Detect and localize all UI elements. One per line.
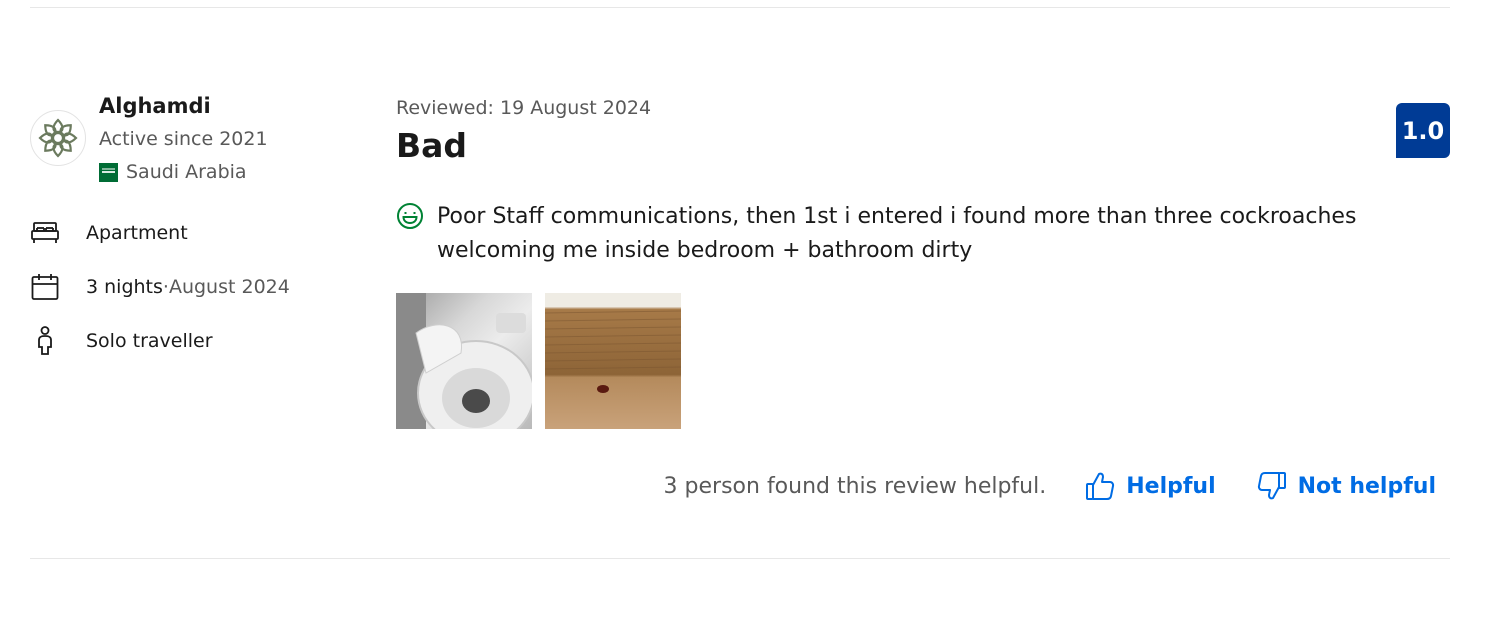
- traveller-type-label: Solo traveller: [86, 330, 213, 352]
- review-photo-cockroach[interactable]: [545, 293, 681, 429]
- reviewer-country: Saudi Arabia: [99, 161, 247, 183]
- smiley-icon: [396, 202, 424, 230]
- top-divider: [30, 7, 1450, 8]
- saudi-arabia-flag-icon: [99, 162, 118, 182]
- stay-duration-row: 3 nights · August 2024: [30, 272, 290, 302]
- not-helpful-label: Not helpful: [1297, 473, 1436, 499]
- person-icon: [30, 326, 60, 356]
- nights-label: 3 nights: [86, 276, 163, 298]
- toilet-photo-illustration: [396, 293, 532, 429]
- traveller-type-row: Solo traveller: [30, 326, 213, 356]
- calendar-icon: [30, 272, 60, 302]
- reviewer-avatar: [30, 110, 86, 166]
- review-photo-toilet[interactable]: [396, 293, 532, 429]
- helpful-count-text: 3 person found this review helpful.: [663, 473, 1047, 499]
- thumbs-down-icon: [1256, 470, 1288, 502]
- room-type-row: Apartment: [30, 218, 188, 248]
- review-score-badge: 1.0: [1396, 103, 1450, 158]
- helpful-label: Helpful: [1126, 473, 1216, 499]
- country-label: Saudi Arabia: [126, 161, 247, 183]
- cockroach-photo-illustration: [545, 293, 681, 393]
- bottom-divider: [30, 558, 1450, 559]
- review-feedback-row: 3 person found this review helpful. Help…: [664, 470, 1436, 502]
- helpful-button[interactable]: Helpful: [1084, 470, 1216, 502]
- review-positive-text: Poor Staff communications, then 1st i en…: [437, 204, 1357, 263]
- avatar-pattern-icon: [38, 118, 78, 158]
- reviewer-active-since: Active since 2021: [99, 128, 268, 150]
- not-helpful-button[interactable]: Not helpful: [1256, 470, 1436, 502]
- review-title: Bad: [396, 126, 468, 165]
- stay-month-label: August 2024: [168, 276, 290, 298]
- reviewer-name: Alghamdi: [99, 94, 211, 118]
- reviewed-date: Reviewed: 19 August 2024: [396, 97, 652, 119]
- room-type-label: Apartment: [86, 222, 188, 244]
- bed-icon: [30, 218, 60, 248]
- thumbs-up-icon: [1084, 470, 1116, 502]
